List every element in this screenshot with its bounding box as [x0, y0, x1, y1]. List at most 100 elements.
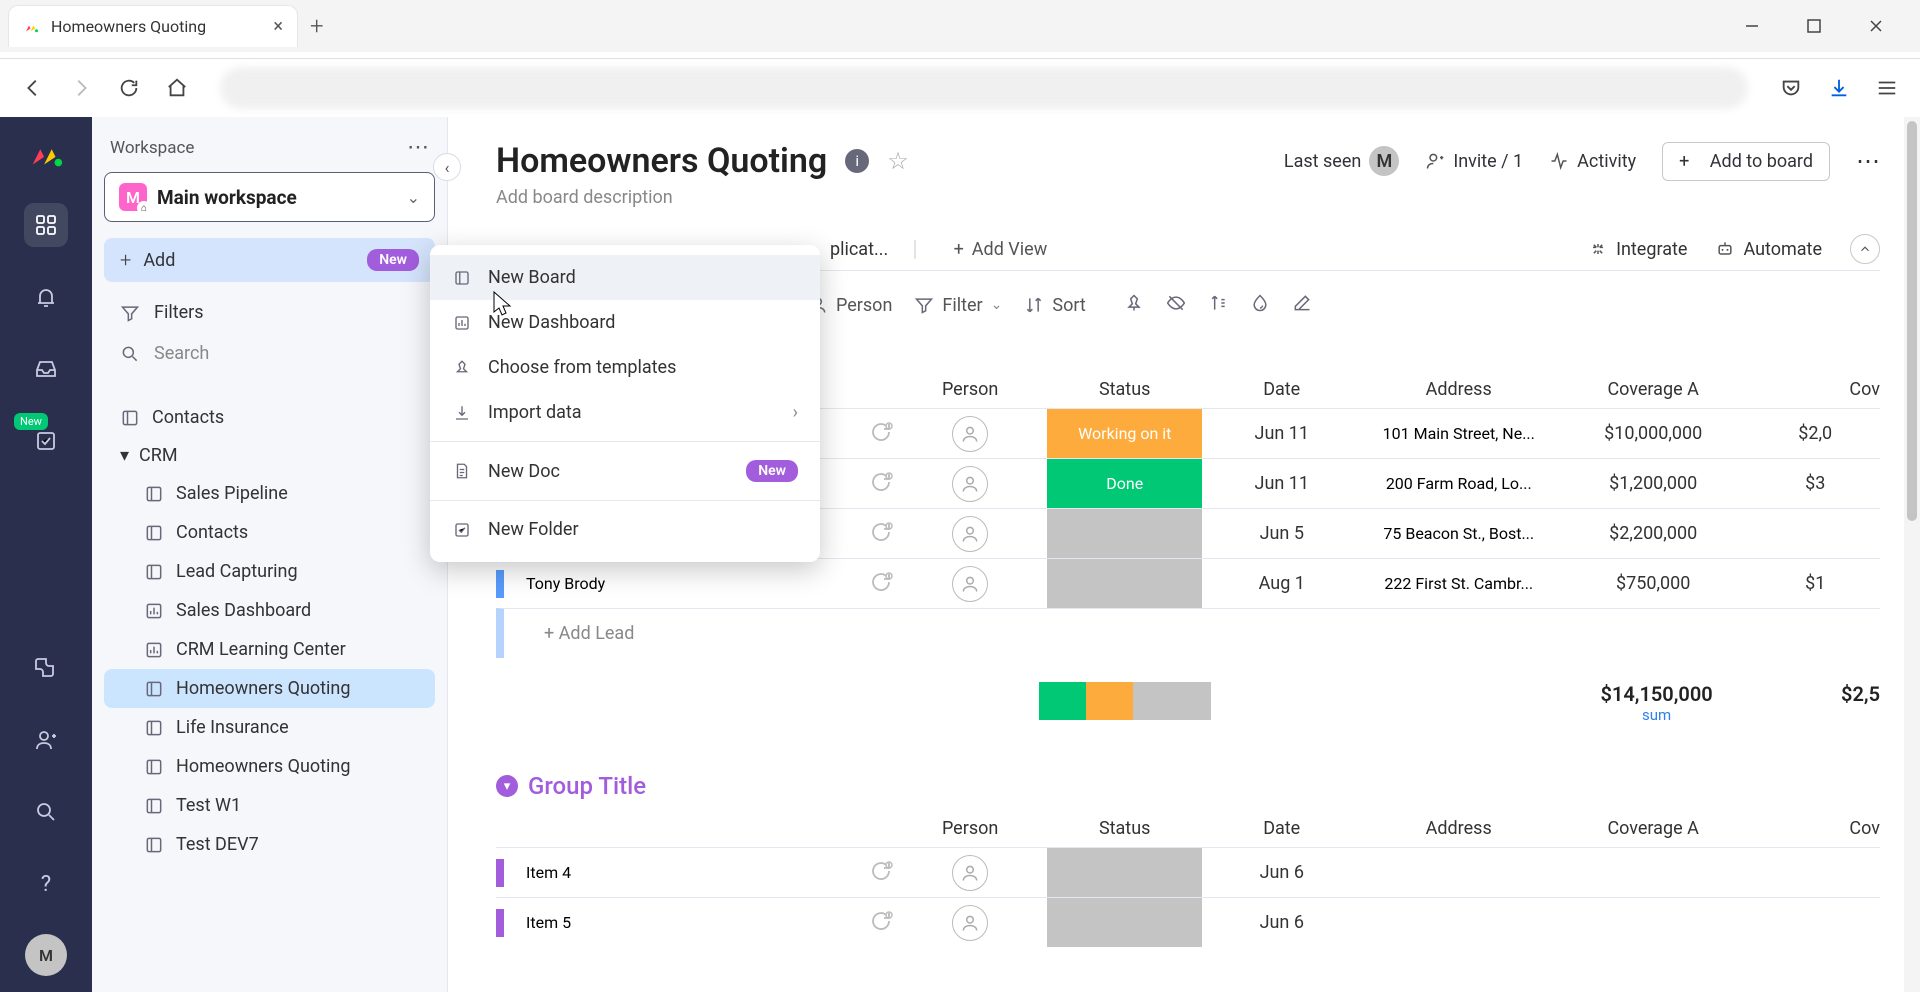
person-cell[interactable]	[893, 516, 1048, 552]
last-seen[interactable]: Last seenM	[1284, 146, 1399, 176]
close-tab-icon[interactable]: ×	[273, 16, 283, 37]
menu-icon[interactable]	[1872, 73, 1902, 103]
person-cell[interactable]	[893, 466, 1048, 502]
menu-new-board[interactable]: New Board	[430, 255, 820, 300]
col-status[interactable]: Status	[1047, 371, 1202, 408]
status-cell[interactable]: Working on it	[1047, 409, 1202, 458]
coverage-a-cell[interactable]: $2,200,000	[1556, 523, 1750, 544]
erase-icon[interactable]	[1292, 293, 1312, 317]
rail-help[interactable]: ?	[24, 862, 68, 906]
col-coverage-a[interactable]: Coverage A	[1556, 371, 1750, 408]
date-cell[interactable]: Jun 11	[1202, 473, 1362, 494]
coverage-a-cell[interactable]: $10,000,000	[1556, 423, 1750, 444]
col-date[interactable]: Date	[1202, 371, 1362, 408]
person-cell[interactable]	[893, 566, 1048, 602]
menu-new-doc[interactable]: New DocNew	[430, 448, 820, 494]
rail-search[interactable]	[24, 790, 68, 834]
rail-notifications[interactable]	[24, 275, 68, 319]
menu-choose-templates[interactable]: Choose from templates	[430, 345, 820, 390]
col-address[interactable]: Address	[1361, 371, 1555, 408]
search-item[interactable]: Search	[104, 333, 435, 374]
chat-icon[interactable]	[869, 470, 893, 498]
activity-button[interactable]: Activity	[1549, 151, 1636, 172]
sidebar-folder-crm[interactable]: ▾CRM	[104, 437, 435, 474]
menu-import-data[interactable]: Import data›	[430, 390, 820, 435]
rail-avatar[interactable]: M	[25, 934, 67, 976]
add-to-board-button[interactable]: + Add to board	[1662, 142, 1830, 181]
filters-button[interactable]: Filters	[104, 292, 435, 333]
chat-icon[interactable]	[869, 520, 893, 548]
table-row[interactable]: Tony BrodyAug 1222 First St. Cambr...$75…	[496, 558, 1880, 608]
col-date[interactable]: Date	[1202, 810, 1362, 847]
person-cell[interactable]	[893, 905, 1048, 941]
filter-button[interactable]: Filter⌄	[914, 295, 1002, 316]
maximize-icon[interactable]	[1796, 8, 1832, 44]
address-cell[interactable]: 75 Beacon St., Bost...	[1362, 509, 1556, 559]
forward-icon[interactable]	[66, 73, 96, 103]
menu-new-dashboard[interactable]: New Dashboard	[430, 300, 820, 345]
date-cell[interactable]: Jun 11	[1202, 423, 1362, 444]
date-cell[interactable]: Jun 5	[1202, 523, 1362, 544]
pin-icon[interactable]	[1124, 293, 1144, 317]
sidebar-board-contacts[interactable]: Contacts	[104, 398, 435, 437]
status-cell[interactable]	[1047, 559, 1202, 608]
board-description[interactable]: Add board description	[496, 187, 1880, 208]
coverage-a-cell[interactable]: $750,000	[1556, 573, 1750, 594]
hide-icon[interactable]	[1166, 293, 1186, 317]
col-address[interactable]: Address	[1361, 810, 1555, 847]
tab-item-partial[interactable]: plicat...	[830, 239, 888, 260]
add-view-button[interactable]: +Add View	[954, 239, 1048, 260]
address-cell[interactable]: 222 First St. Cambr...	[1362, 559, 1556, 609]
reload-icon[interactable]	[114, 73, 144, 103]
back-icon[interactable]	[18, 73, 48, 103]
home-icon[interactable]	[162, 73, 192, 103]
download-icon[interactable]	[1824, 73, 1854, 103]
minimize-icon[interactable]	[1734, 8, 1770, 44]
automate-button[interactable]: Automate	[1715, 239, 1822, 260]
coverage-b-cell[interactable]: $3	[1750, 473, 1880, 494]
date-cell[interactable]: Aug 1	[1202, 573, 1362, 594]
coverage-a-cell[interactable]: $1,200,000	[1556, 473, 1750, 494]
close-window-icon[interactable]	[1858, 8, 1894, 44]
table-row[interactable]: Item 4Jun 6	[496, 847, 1880, 897]
chat-icon[interactable]	[869, 909, 893, 937]
rail-inbox[interactable]	[24, 347, 68, 391]
sidebar-board-contacts2[interactable]: Contacts	[104, 513, 435, 552]
sidebar-board-homeowners-quoting2[interactable]: Homeowners Quoting	[104, 747, 435, 786]
name-cell[interactable]: Item 4	[496, 859, 893, 887]
person-cell[interactable]	[893, 855, 1048, 891]
chat-icon[interactable]	[869, 420, 893, 448]
rail-mywork[interactable]: New	[24, 419, 68, 463]
col-status[interactable]: Status	[1047, 810, 1202, 847]
status-cell[interactable]	[1047, 509, 1202, 558]
person-cell[interactable]	[893, 416, 1048, 452]
new-tab-button[interactable]: +	[310, 12, 324, 40]
workspace-more-icon[interactable]: ⋯	[407, 135, 429, 160]
sidebar-board-lead-capturing[interactable]: Lead Capturing	[104, 552, 435, 591]
status-cell[interactable]	[1047, 848, 1202, 897]
sidebar-board-sales-dashboard[interactable]: Sales Dashboard	[104, 591, 435, 630]
invite-button[interactable]: Invite / 1	[1425, 151, 1523, 172]
sidebar-board-test-dev7[interactable]: Test DEV7	[104, 825, 435, 864]
more-icon[interactable]: ⋯	[1856, 147, 1880, 175]
address-cell[interactable]: 200 Farm Road, Lo...	[1362, 459, 1556, 509]
monday-logo[interactable]	[26, 135, 66, 175]
info-icon[interactable]: i	[845, 149, 869, 173]
menu-new-folder[interactable]: New Folder	[430, 507, 820, 552]
add-button[interactable]: + Add New	[104, 238, 435, 282]
add-lead-button[interactable]: + Add Lead	[496, 608, 1880, 658]
chat-icon[interactable]	[869, 859, 893, 887]
chat-icon[interactable]	[869, 570, 893, 598]
sidebar-board-crm-learning[interactable]: CRM Learning Center	[104, 630, 435, 669]
workspace-selector[interactable]: M Main workspace ⌄	[104, 172, 435, 222]
name-cell[interactable]: Item 5	[496, 909, 893, 937]
sort-button[interactable]: Sort	[1024, 295, 1085, 316]
status-cell[interactable]	[1047, 898, 1202, 947]
sidebar-board-test-w1[interactable]: Test W1	[104, 786, 435, 825]
col-coverage-b[interactable]: Cov	[1750, 810, 1880, 847]
collapse-header-button[interactable]	[1850, 234, 1880, 264]
address-cell[interactable]: 101 Main Street, Ne...	[1362, 409, 1556, 459]
board-title[interactable]: Homeowners Quoting	[496, 141, 827, 181]
scrollbar[interactable]	[1904, 117, 1920, 992]
color-icon[interactable]	[1250, 293, 1270, 317]
